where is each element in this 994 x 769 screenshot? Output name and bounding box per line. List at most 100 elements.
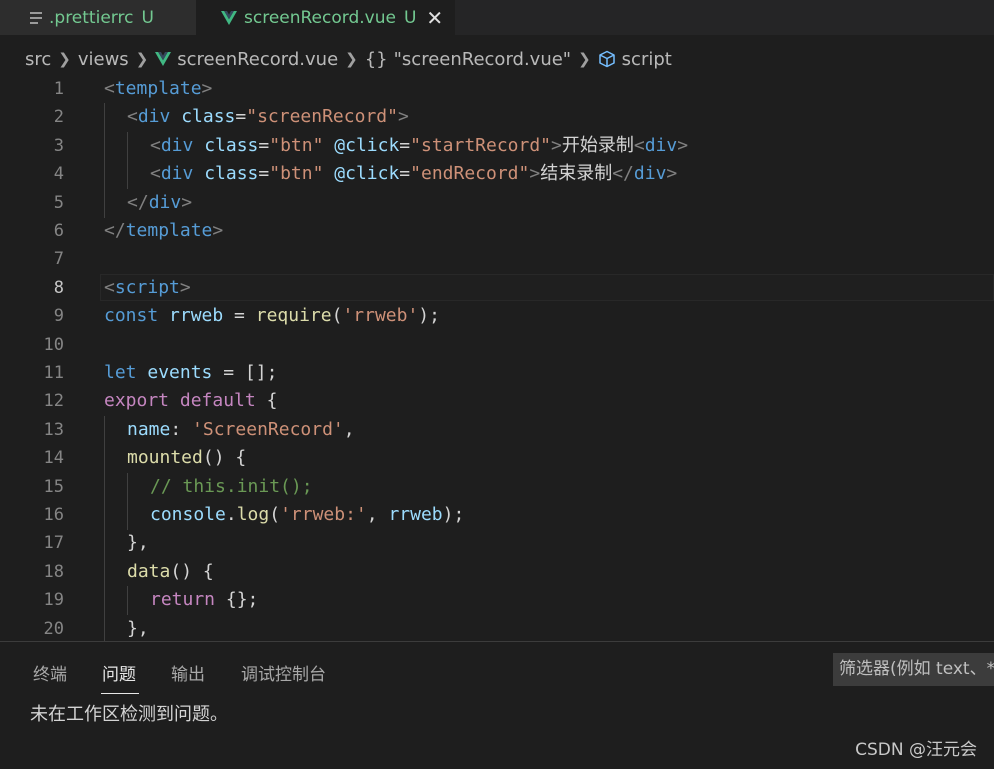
- chevron-right-icon: ❯: [578, 50, 591, 68]
- code-token: (: [331, 305, 343, 327]
- untracked-badge: U: [403, 7, 417, 28]
- line-number: 13: [43, 419, 64, 440]
- line-number: 3: [53, 135, 64, 156]
- line-number: 5: [53, 192, 64, 213]
- code-token: .: [225, 504, 237, 525]
- indent-guide: [104, 103, 105, 133]
- tab-output[interactable]: 输出: [171, 660, 205, 685]
- tab-terminal[interactable]: 终端: [33, 660, 67, 685]
- code-token: ,: [366, 504, 389, 525]
- code-token: mounted: [127, 447, 203, 469]
- code-token: () {: [170, 560, 214, 582]
- code-text: let events = [];: [104, 359, 277, 387]
- code-line[interactable]: 4 <div class="btn" @click="endRecord">结束录…: [0, 160, 994, 190]
- code-text: return {};: [150, 586, 258, 614]
- code-token: div: [137, 106, 171, 128]
- code-token: <: [633, 134, 645, 156]
- code-token: script: [114, 276, 180, 298]
- code-token: default: [179, 390, 256, 412]
- code-token: = [];: [212, 362, 278, 383]
- code-line[interactable]: 18 data() {: [0, 557, 994, 587]
- indent-guide: [127, 501, 128, 530]
- active-tab-indicator: [101, 693, 139, 694]
- code-token: },: [127, 617, 149, 639]
- code-token: >: [677, 134, 689, 156]
- indent-guide: [104, 614, 105, 641]
- code-line[interactable]: 14 mounted() {: [0, 444, 994, 474]
- indent-guide: [104, 501, 105, 530]
- code-token: <: [127, 106, 138, 128]
- indent-guide: [104, 557, 105, 587]
- code-line[interactable]: 15 // this.init();: [0, 472, 994, 502]
- code-line[interactable]: 12 export default {: [0, 387, 994, 415]
- code-token: data: [127, 560, 171, 582]
- breadcrumb-item-script[interactable]: script: [622, 49, 672, 70]
- code-line[interactable]: 13 name: 'ScreenRecord',: [0, 415, 994, 445]
- tab-screenrecord-vue[interactable]: screenRecord.vue U ✕: [196, 0, 455, 35]
- code-text: // this.init();: [150, 473, 313, 501]
- code-text: mounted() {: [127, 444, 246, 472]
- code-token: rrweb: [169, 305, 224, 327]
- breadcrumb-item-file[interactable]: screenRecord.vue: [177, 49, 338, 70]
- line-number: 19: [43, 590, 64, 611]
- breadcrumb-item-module[interactable]: "screenRecord.vue": [394, 49, 571, 70]
- code-line[interactable]: 3 <div class="btn" @click="startRecord">开…: [0, 131, 994, 161]
- code-line[interactable]: 1 <template>: [0, 75, 994, 103]
- line-number: 4: [53, 164, 64, 185]
- breadcrumb-item-views[interactable]: views: [78, 49, 129, 70]
- indent-guide: [127, 160, 128, 190]
- code-line[interactable]: 6 </template>: [0, 217, 994, 245]
- code-token: <: [104, 276, 115, 298]
- indent-guide: [104, 188, 105, 218]
- code-token: ,: [343, 418, 355, 440]
- code-line[interactable]: 2 <div class="screenRecord">: [0, 103, 994, 133]
- code-token: class: [181, 106, 236, 128]
- code-token: 'ScreenRecord': [192, 418, 344, 440]
- tab-problems[interactable]: 问题: [102, 660, 136, 685]
- line-number: 12: [43, 391, 64, 412]
- breadcrumb-item-src[interactable]: src: [25, 49, 51, 70]
- code-token: >: [529, 163, 541, 185]
- indent-guide: [104, 160, 105, 190]
- code-token: console: [150, 504, 226, 525]
- code-token: >: [397, 106, 409, 128]
- code-token: 结束录制: [540, 163, 613, 185]
- code-line[interactable]: 8 <script>: [0, 274, 994, 302]
- code-token: div: [633, 163, 667, 185]
- line-number: 7: [53, 249, 64, 270]
- indent-guide: [104, 131, 105, 161]
- code-token: "screenRecord": [246, 106, 398, 128]
- filter-input[interactable]: 筛选器(例如 text、**/: [833, 653, 994, 686]
- code-token: >: [181, 191, 193, 213]
- code-token: export: [104, 390, 170, 412]
- tab-label: screenRecord.vue: [244, 7, 396, 28]
- code-line[interactable]: 16 console.log('rrweb:', rrweb);: [0, 501, 994, 530]
- code-token: <: [104, 78, 115, 99]
- code-line[interactable]: 11 let events = [];: [0, 359, 994, 387]
- code-line[interactable]: 5 </div>: [0, 188, 994, 218]
- code-token: </: [104, 220, 126, 241]
- line-number: 14: [43, 448, 64, 469]
- code-token: div: [148, 191, 182, 213]
- tab-prettierrc[interactable]: .prettierrc U: [0, 0, 196, 35]
- bottom-panel: 终端 问题 输出 调试控制台 筛选器(例如 text、**/ 未在工作区检测到问…: [0, 641, 994, 769]
- line-number: 15: [43, 476, 64, 497]
- code-line[interactable]: 20},: [0, 614, 994, 641]
- close-icon[interactable]: ✕: [426, 6, 443, 30]
- code-text: data() {: [127, 558, 214, 586]
- code-line[interactable]: 10: [0, 331, 994, 359]
- code-line[interactable]: 7: [0, 245, 994, 273]
- code-token: =: [399, 163, 411, 185]
- code-editor[interactable]: 1 <template> 2 <div class="screenRecord"> 3 <…: [0, 75, 994, 641]
- code-token: log: [236, 504, 270, 525]
- indent-guide: [104, 444, 105, 474]
- code-text: },: [127, 615, 149, 641]
- code-text: <div class="screenRecord">: [127, 103, 409, 131]
- code-line[interactable]: 19 return {};: [0, 586, 994, 616]
- tab-debug-console[interactable]: 调试控制台: [241, 660, 326, 685]
- code-line[interactable]: 17},: [0, 529, 994, 559]
- code-token: events: [147, 362, 213, 383]
- code-line[interactable]: 9 const rrweb = require('rrweb');: [0, 302, 994, 330]
